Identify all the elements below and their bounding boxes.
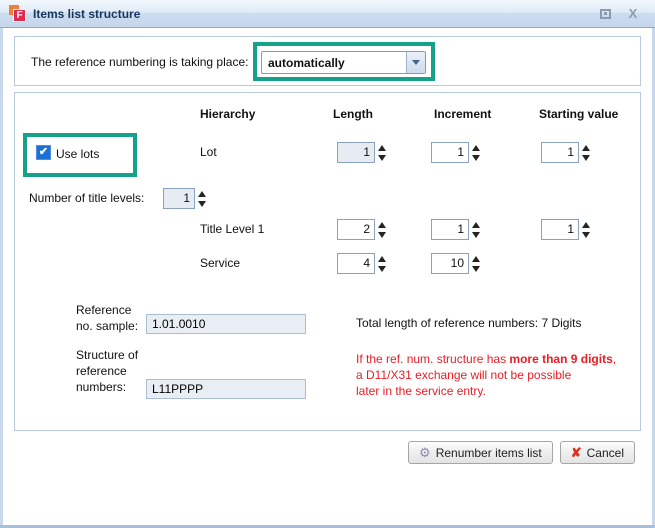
spinner-up-icon[interactable] [378,256,386,262]
warning-line2: a D11/X31 exchange will not be possible [356,367,616,383]
service-length-spinner: 4 [337,253,386,274]
warning-line1: If the ref. num. structure has more than… [356,351,616,367]
title-levels-arrows[interactable] [198,191,206,207]
structure-label: Structure of reference numbers: [76,347,138,395]
reference-sample-label-line2: no. sample: [76,318,138,334]
total-length-text: Total length of reference numbers: 7 Dig… [356,316,581,330]
lot-starting-value-field[interactable]: 1 [541,142,579,163]
spinner-down-icon[interactable] [472,266,480,272]
lot-increment-arrows[interactable] [472,145,480,161]
window-border-left [0,28,3,528]
title-level-1-length-arrows[interactable] [378,222,386,238]
reference-sample-field: 1.01.0010 [146,314,306,334]
use-lots-label: Use lots [56,147,99,161]
spinner-down-icon[interactable] [472,232,480,238]
lot-length-spinner: 1 [337,142,386,163]
lot-starting-value-spinner: 1 [541,142,590,163]
app-icon-letter: F [13,9,26,22]
dialog-title: Items list structure [33,7,140,21]
spinner-up-icon[interactable] [198,191,206,197]
service-increment-field[interactable]: 10 [431,253,469,274]
reference-sample-label: Reference no. sample: [76,302,138,334]
numbering-mode-value: automatically [262,56,406,70]
lot-length-field: 1 [337,142,375,163]
title-level-1-increment-field[interactable]: 1 [431,219,469,240]
spinner-up-icon[interactable] [472,222,480,228]
button-row: ⚙ Renumber items list ✘ Cancel [408,441,635,464]
title-level-1-length-spinner: 2 [337,219,386,240]
header-length: Length [333,107,373,121]
total-length-label: Total length of reference numbers: [356,316,538,330]
gears-icon: ⚙ [419,446,431,459]
lot-increment-field[interactable]: 1 [431,142,469,163]
spinner-up-icon[interactable] [582,145,590,151]
spinner-down-icon[interactable] [582,232,590,238]
use-lots-checkbox[interactable] [36,145,51,160]
title-level-1-starting-value-spinner: 1 [541,219,590,240]
renumber-items-label: Renumber items list [436,446,542,460]
close-icon: X [629,7,638,20]
header-starting-value: Starting value [539,107,618,121]
cancel-button[interactable]: ✘ Cancel [560,441,635,464]
spinner-down-icon[interactable] [378,232,386,238]
spinner-up-icon[interactable] [472,256,480,262]
lot-increment-spinner: 1 [431,142,480,163]
title-level-1-starting-value-field[interactable]: 1 [541,219,579,240]
chevron-down-icon [412,60,420,65]
reference-sample-label-line1: Reference [76,302,138,318]
spinner-up-icon[interactable] [378,222,386,228]
warning-line3: later in the service entry. [356,383,616,399]
spinner-up-icon[interactable] [472,145,480,151]
items-list-structure-dialog: F Items list structure X The reference n… [0,0,655,528]
reference-numbering-label: The reference numbering is taking place: [31,55,248,69]
spinner-down-icon[interactable] [198,201,206,207]
spinner-down-icon[interactable] [582,155,590,161]
header-increment: Increment [434,107,491,121]
warning-text: If the ref. num. structure has more than… [356,351,616,399]
structure-label-line3: numbers: [76,379,138,395]
structure-label-line1: Structure of [76,347,138,363]
spinner-up-icon[interactable] [378,145,386,151]
spinner-down-icon[interactable] [472,155,480,161]
spinner-down-icon[interactable] [378,155,386,161]
cancel-label: Cancel [587,446,624,460]
row-label-title-level-1: Title Level 1 [200,222,264,236]
numbering-mode-dropdown[interactable]: automatically [261,51,426,74]
maximize-icon [600,9,611,19]
service-increment-spinner: 10 [431,253,480,274]
lot-starting-value-arrows[interactable] [582,145,590,161]
dropdown-button[interactable] [406,52,425,73]
service-increment-arrows[interactable] [472,256,480,272]
renumber-items-button[interactable]: ⚙ Renumber items list [408,441,553,464]
maximize-button[interactable] [597,6,613,22]
title-bar[interactable]: F Items list structure X [0,0,655,28]
numbering-mode-panel: The reference numbering is taking place:… [14,36,641,86]
title-level-1-length-field[interactable]: 2 [337,219,375,240]
title-level-1-increment-spinner: 1 [431,219,480,240]
spinner-down-icon[interactable] [378,266,386,272]
lot-length-arrows[interactable] [378,145,386,161]
header-hierarchy: Hierarchy [200,107,255,121]
structure-field: L11PPPP [146,379,306,399]
title-levels-spinner: 1 [163,188,206,209]
structure-panel: Hierarchy Length Increment Starting valu… [14,92,641,431]
close-button[interactable]: X [625,6,641,22]
title-levels-field: 1 [163,188,195,209]
cancel-x-icon: ✘ [571,446,582,459]
app-icon: F [9,5,26,22]
service-length-arrows[interactable] [378,256,386,272]
row-label-service: Service [200,256,240,270]
service-length-field[interactable]: 4 [337,253,375,274]
total-length-value: 7 Digits [541,316,581,330]
spinner-up-icon[interactable] [582,222,590,228]
title-levels-label: Number of title levels: [29,191,144,205]
title-level-1-increment-arrows[interactable] [472,222,480,238]
row-label-lot: Lot [200,145,217,159]
structure-label-line2: reference [76,363,138,379]
title-level-1-starting-value-arrows[interactable] [582,222,590,238]
